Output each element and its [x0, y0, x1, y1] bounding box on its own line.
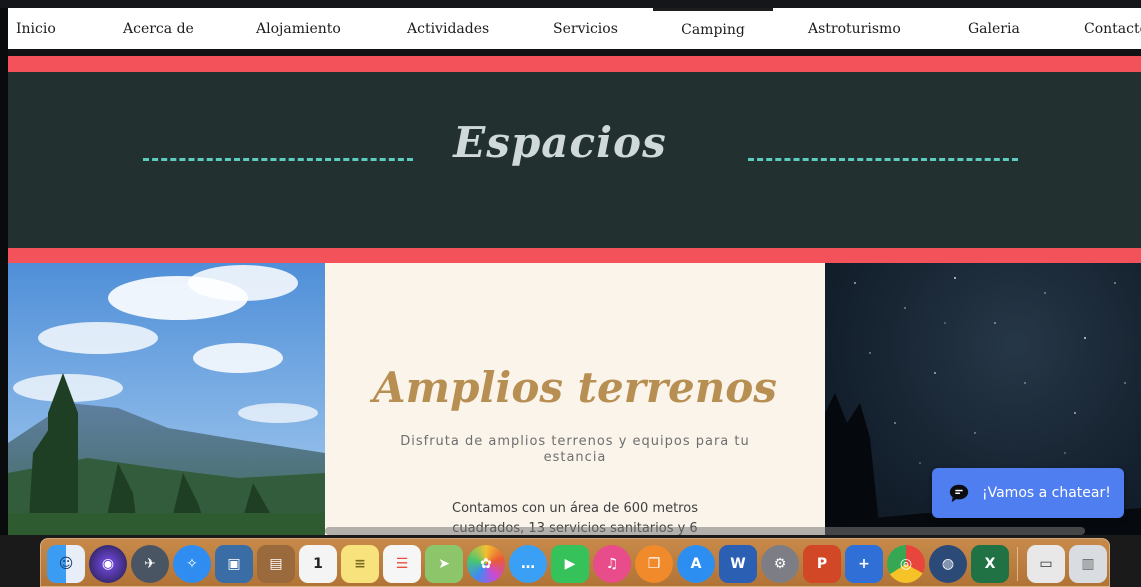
screen-icon[interactable]: ▭ [1027, 545, 1065, 583]
banner-title: Espacios [453, 118, 667, 167]
window-top-edge [0, 0, 1141, 8]
landscape-photo [8, 263, 325, 535]
system-preferences-icon[interactable]: ⚙ [761, 545, 799, 583]
app-store-icon[interactable]: A [677, 545, 715, 583]
excel-icon[interactable]: X [971, 545, 1009, 583]
globe-icon[interactable]: ◍ [929, 545, 967, 583]
preview-icon[interactable]: ▣ [215, 545, 253, 583]
finder-icon[interactable]: ☺ [47, 545, 85, 583]
chrome-icon[interactable]: ◎ [887, 545, 925, 583]
banner-dashed-line-left [143, 158, 413, 161]
nav-item-inicio[interactable]: Inicio [16, 8, 56, 49]
nav-item-actividades[interactable]: Actividades [407, 8, 489, 49]
word-icon[interactable]: W [719, 545, 757, 583]
notes-icon[interactable]: ≡ [341, 545, 379, 583]
nav-item-contacto[interactable]: Contacto [1084, 8, 1141, 49]
window-left-edge [0, 0, 8, 587]
itunes-icon[interactable]: ♫ [593, 545, 631, 583]
nav-item-camping[interactable]: Camping [653, 8, 773, 49]
main-nav: Inicio Acerca de Alojamiento Actividades… [8, 8, 1141, 49]
safari-icon[interactable]: ✧ [173, 545, 211, 583]
launchpad-icon[interactable]: ✈ [131, 545, 169, 583]
dock-separator [1017, 547, 1018, 581]
feature-title: Amplios terrenos [373, 363, 777, 412]
nav-item-galeria[interactable]: Galeria [968, 8, 1020, 49]
books-icon[interactable]: ❐ [635, 545, 673, 583]
maps-icon[interactable]: ➤ [425, 545, 463, 583]
keynote-icon[interactable]: + [845, 545, 883, 583]
banner-dashed-line-right [748, 158, 1018, 161]
powerpoint-icon[interactable]: P [803, 545, 841, 583]
messages-icon[interactable]: … [509, 545, 547, 583]
feature-subtitle: Disfruta de amplios terrenos y equipos p… [400, 434, 750, 465]
banner-stripe-top [8, 56, 1141, 72]
nav-item-astroturismo[interactable]: Astroturismo [808, 8, 901, 49]
nav-underline-bar [8, 49, 1141, 56]
feature-panel: Amplios terrenos Disfruta de amplios ter… [325, 263, 825, 535]
horizontal-scrollbar[interactable] [325, 527, 1085, 535]
banner-stripe-bottom [8, 248, 1141, 263]
facetime-icon[interactable]: ▶ [551, 545, 589, 583]
nav-item-acerca-de[interactable]: Acerca de [123, 8, 194, 49]
trash-icon[interactable]: ▥ [1069, 545, 1107, 583]
chat-button-label: ¡Vamos a chatear! [982, 485, 1111, 501]
contacts-icon[interactable]: ▤ [257, 545, 295, 583]
chat-button[interactable]: ¡Vamos a chatear! [932, 468, 1124, 518]
macos-dock: ☺ ◉ ✈ ✧ ▣ ▤ 1 ≡ ☰ ➤ ✿ … ▶ ♫ ❐ A W ⚙ P + … [40, 538, 1110, 587]
reminders-icon[interactable]: ☰ [383, 545, 421, 583]
chat-bubble-icon [949, 484, 969, 503]
siri-icon[interactable]: ◉ [89, 545, 127, 583]
nav-item-alojamiento[interactable]: Alojamiento [256, 8, 341, 49]
nav-item-servicios[interactable]: Servicios [553, 8, 618, 49]
photos-icon[interactable]: ✿ [467, 545, 505, 583]
calendar-icon[interactable]: 1 [299, 545, 337, 583]
